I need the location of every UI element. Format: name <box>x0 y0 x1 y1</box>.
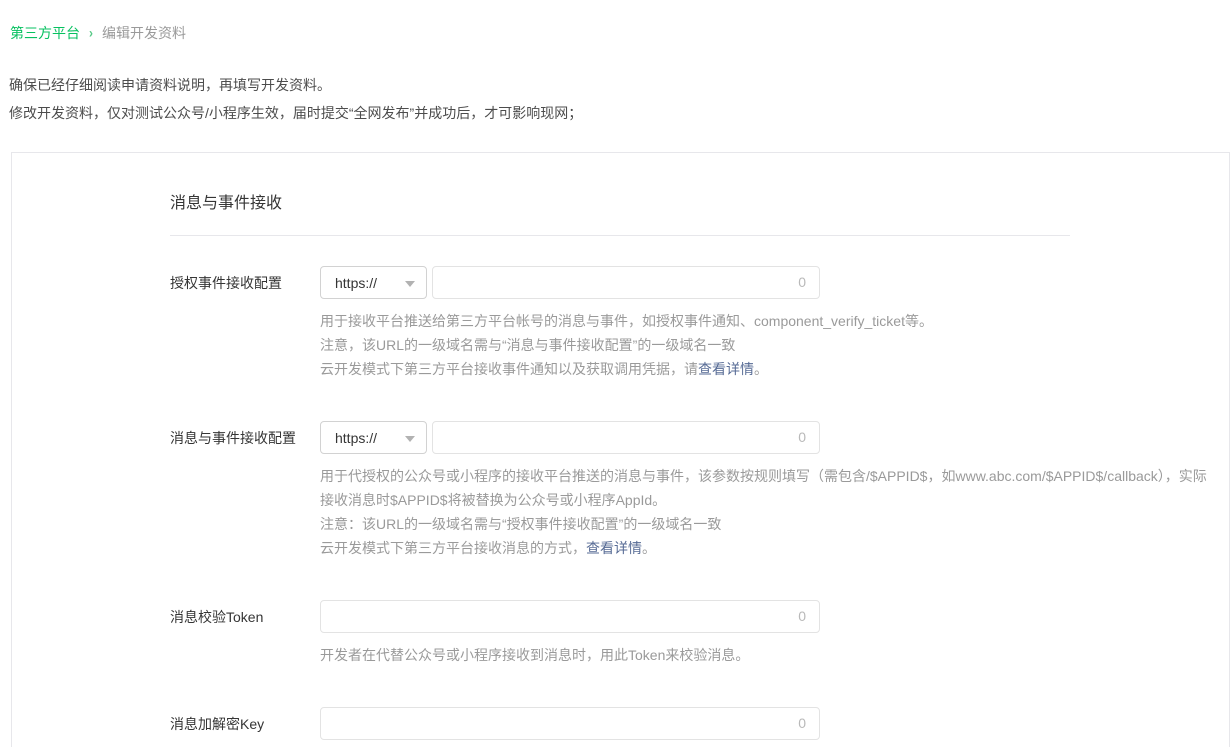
field-label: 授权事件接收配置 <box>170 266 320 381</box>
field-content: https:// 0 用于接收平台推送给第三方平台帐号的消息与事件，如授权事件通… <box>320 266 1209 381</box>
help-text: 云开发模式下第三方平台接收消息的方式， <box>320 540 586 556</box>
field-help-line: 注意：该URL的一级域名需与“授权事件接收配置”的一级域名一致 <box>320 512 1209 536</box>
help-text: 注意，该URL的一级域名需与“消息与事件接收配置”的一级域名一致 <box>320 337 735 353</box>
chevron-down-icon <box>405 436 415 442</box>
help-text: 。 <box>754 361 768 377</box>
intro-line-2: 修改开发资料，仅对测试公众号/小程序生效，届时提交“全网发布”并成功后，才可影响… <box>9 99 1232 127</box>
encoding-aes-key-input[interactable] <box>321 708 819 739</box>
breadcrumb-separator-icon: › <box>89 25 93 41</box>
authorization-event-url-input[interactable] <box>433 267 819 298</box>
field-input-box: 0 <box>432 421 820 454</box>
field-controls: https:// 0 <box>320 266 1209 299</box>
section-title-message-event: 消息与事件接收 <box>170 189 1209 213</box>
field-content: https:// 0 用于代授权的公众号或小程序的接收平台推送的消息与事件，该参… <box>320 421 1209 560</box>
section-divider <box>170 235 1070 236</box>
help-text: 。 <box>642 540 656 556</box>
field-content: 0 在代替公众号或小程序收发消息过程中使用。必须是长度为43位的字符串，只能是字… <box>320 707 1209 747</box>
view-details-link[interactable]: 查看详情 <box>586 540 642 556</box>
protocol-select[interactable]: https:// <box>320 266 427 299</box>
field-help-line: 云开发模式下第三方平台接收消息的方式，查看详情。 <box>320 536 1209 560</box>
protocol-select-value: https:// <box>335 430 377 446</box>
char-counter: 0 <box>798 708 806 739</box>
form-rows: 授权事件接收配置 https:// 0 用于接收平台推送给第三方平台帐号的消息与… <box>170 266 1209 747</box>
message-event-url-input[interactable] <box>433 422 819 453</box>
help-text: 用于接收平台推送给第三方平台帐号的消息与事件，如授权事件通知、component… <box>320 313 933 329</box>
field-input-box: 0 <box>320 707 820 740</box>
field-input-box: 0 <box>432 266 820 299</box>
field-help-line: 注意，该URL的一级域名需与“消息与事件接收配置”的一级域名一致 <box>320 333 1209 357</box>
field-label: 消息与事件接收配置 <box>170 421 320 560</box>
breadcrumb-third-party-platform[interactable]: 第三方平台 <box>10 23 80 43</box>
protocol-select-value: https:// <box>335 275 377 291</box>
field-help-line: 用于代授权的公众号或小程序的接收平台推送的消息与事件，该参数按规则填写（需包含/… <box>320 464 1209 512</box>
field-input-box: 0 <box>320 600 820 633</box>
breadcrumb: 第三方平台 › 编辑开发资料 <box>0 0 1232 43</box>
intro-line-1: 确保已经仔细阅读申请资料说明，再填写开发资料。 <box>9 71 1232 99</box>
char-counter: 0 <box>798 601 806 632</box>
field-label: 消息加解密Key <box>170 707 320 747</box>
help-text: 注意：该URL的一级域名需与“授权事件接收配置”的一级域名一致 <box>320 516 721 532</box>
field-help: 用于接收平台推送给第三方平台帐号的消息与事件，如授权事件通知、component… <box>320 309 1209 381</box>
dev-info-card: 消息与事件接收 授权事件接收配置 https:// 0 用于接收平台推送给第三方… <box>11 152 1230 747</box>
field-help-line: 云开发模式下第三方平台接收事件通知以及获取调用凭据，请查看详情。 <box>320 357 1209 381</box>
chevron-down-icon <box>405 281 415 287</box>
field-content: 0 开发者在代替公众号或小程序接收到消息时，用此Token来校验消息。 <box>320 600 1209 667</box>
help-text: 开发者在代替公众号或小程序接收到消息时，用此Token来校验消息。 <box>320 647 749 663</box>
field-help: 用于代授权的公众号或小程序的接收平台推送的消息与事件，该参数按规则填写（需包含/… <box>320 464 1209 560</box>
form-row: 消息校验Token 0 开发者在代替公众号或小程序接收到消息时，用此Token来… <box>170 600 1209 667</box>
field-controls: 0 <box>320 600 1209 633</box>
field-help-line: 开发者在代替公众号或小程序接收到消息时，用此Token来校验消息。 <box>320 643 1209 667</box>
protocol-select[interactable]: https:// <box>320 421 427 454</box>
field-controls: https:// 0 <box>320 421 1209 454</box>
help-text: 用于代授权的公众号或小程序的接收平台推送的消息与事件，该参数按规则填写（需包含/… <box>320 468 1207 508</box>
char-counter: 0 <box>798 422 806 453</box>
help-text: 云开发模式下第三方平台接收事件通知以及获取调用凭据，请 <box>320 361 698 377</box>
form-row: 授权事件接收配置 https:// 0 用于接收平台推送给第三方平台帐号的消息与… <box>170 266 1209 381</box>
field-controls: 0 <box>320 707 1209 740</box>
field-help: 开发者在代替公众号或小程序接收到消息时，用此Token来校验消息。 <box>320 643 1209 667</box>
char-counter: 0 <box>798 267 806 298</box>
page-intro: 确保已经仔细阅读申请资料说明，再填写开发资料。 修改开发资料，仅对测试公众号/小… <box>9 71 1232 127</box>
breadcrumb-edit-dev-info: 编辑开发资料 <box>102 23 186 43</box>
view-details-link[interactable]: 查看详情 <box>698 361 754 377</box>
message-token-input[interactable] <box>321 601 819 632</box>
form-row: 消息加解密Key 0 在代替公众号或小程序收发消息过程中使用。必须是长度为43位… <box>170 707 1209 747</box>
field-help-line: 用于接收平台推送给第三方平台帐号的消息与事件，如授权事件通知、component… <box>320 309 1209 333</box>
field-label: 消息校验Token <box>170 600 320 667</box>
form-row: 消息与事件接收配置 https:// 0 用于代授权的公众号或小程序的接收平台推… <box>170 421 1209 560</box>
